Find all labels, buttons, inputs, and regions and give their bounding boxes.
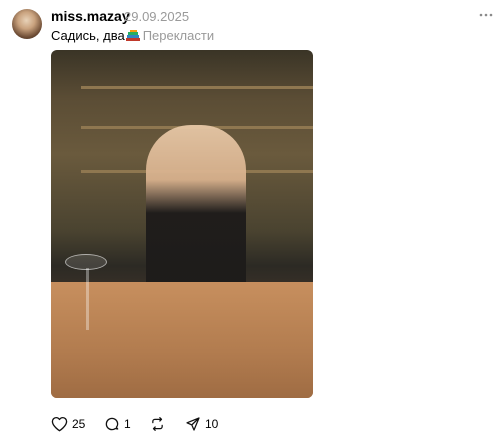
repost-icon	[152, 417, 163, 431]
post-caption: Садись, два	[51, 28, 125, 43]
post-header: miss.mazay 29.09.2025 Садись, два Перекл…	[51, 6, 463, 46]
share-button[interactable]: 10	[185, 413, 218, 435]
comment-icon	[105, 417, 119, 431]
caption-row: Садись, два Перекласти	[51, 28, 214, 43]
comment-count: 1	[124, 417, 131, 431]
repost-button[interactable]	[149, 413, 170, 435]
post-actions: 25 1 10	[51, 413, 311, 435]
translate-link[interactable]: Перекласти	[143, 28, 214, 43]
shelf-line	[81, 86, 313, 89]
photo-glass-stem	[86, 268, 89, 330]
username-link[interactable]: miss.mazay	[51, 8, 130, 24]
heart-icon	[51, 416, 68, 432]
comment-button[interactable]: 1	[104, 413, 131, 435]
post-image[interactable]	[51, 50, 313, 398]
send-icon	[186, 417, 200, 431]
more-options-icon[interactable]	[478, 8, 494, 22]
like-count: 25	[72, 417, 86, 431]
post-card: miss.mazay 29.09.2025 Садись, два Перекл…	[0, 0, 503, 441]
like-button[interactable]: 25	[51, 413, 85, 435]
share-count: 10	[205, 417, 219, 431]
photo-bar-counter	[51, 282, 313, 398]
books-icon	[125, 30, 140, 41]
avatar[interactable]	[12, 9, 42, 39]
post-date: 29.09.2025	[124, 9, 190, 24]
